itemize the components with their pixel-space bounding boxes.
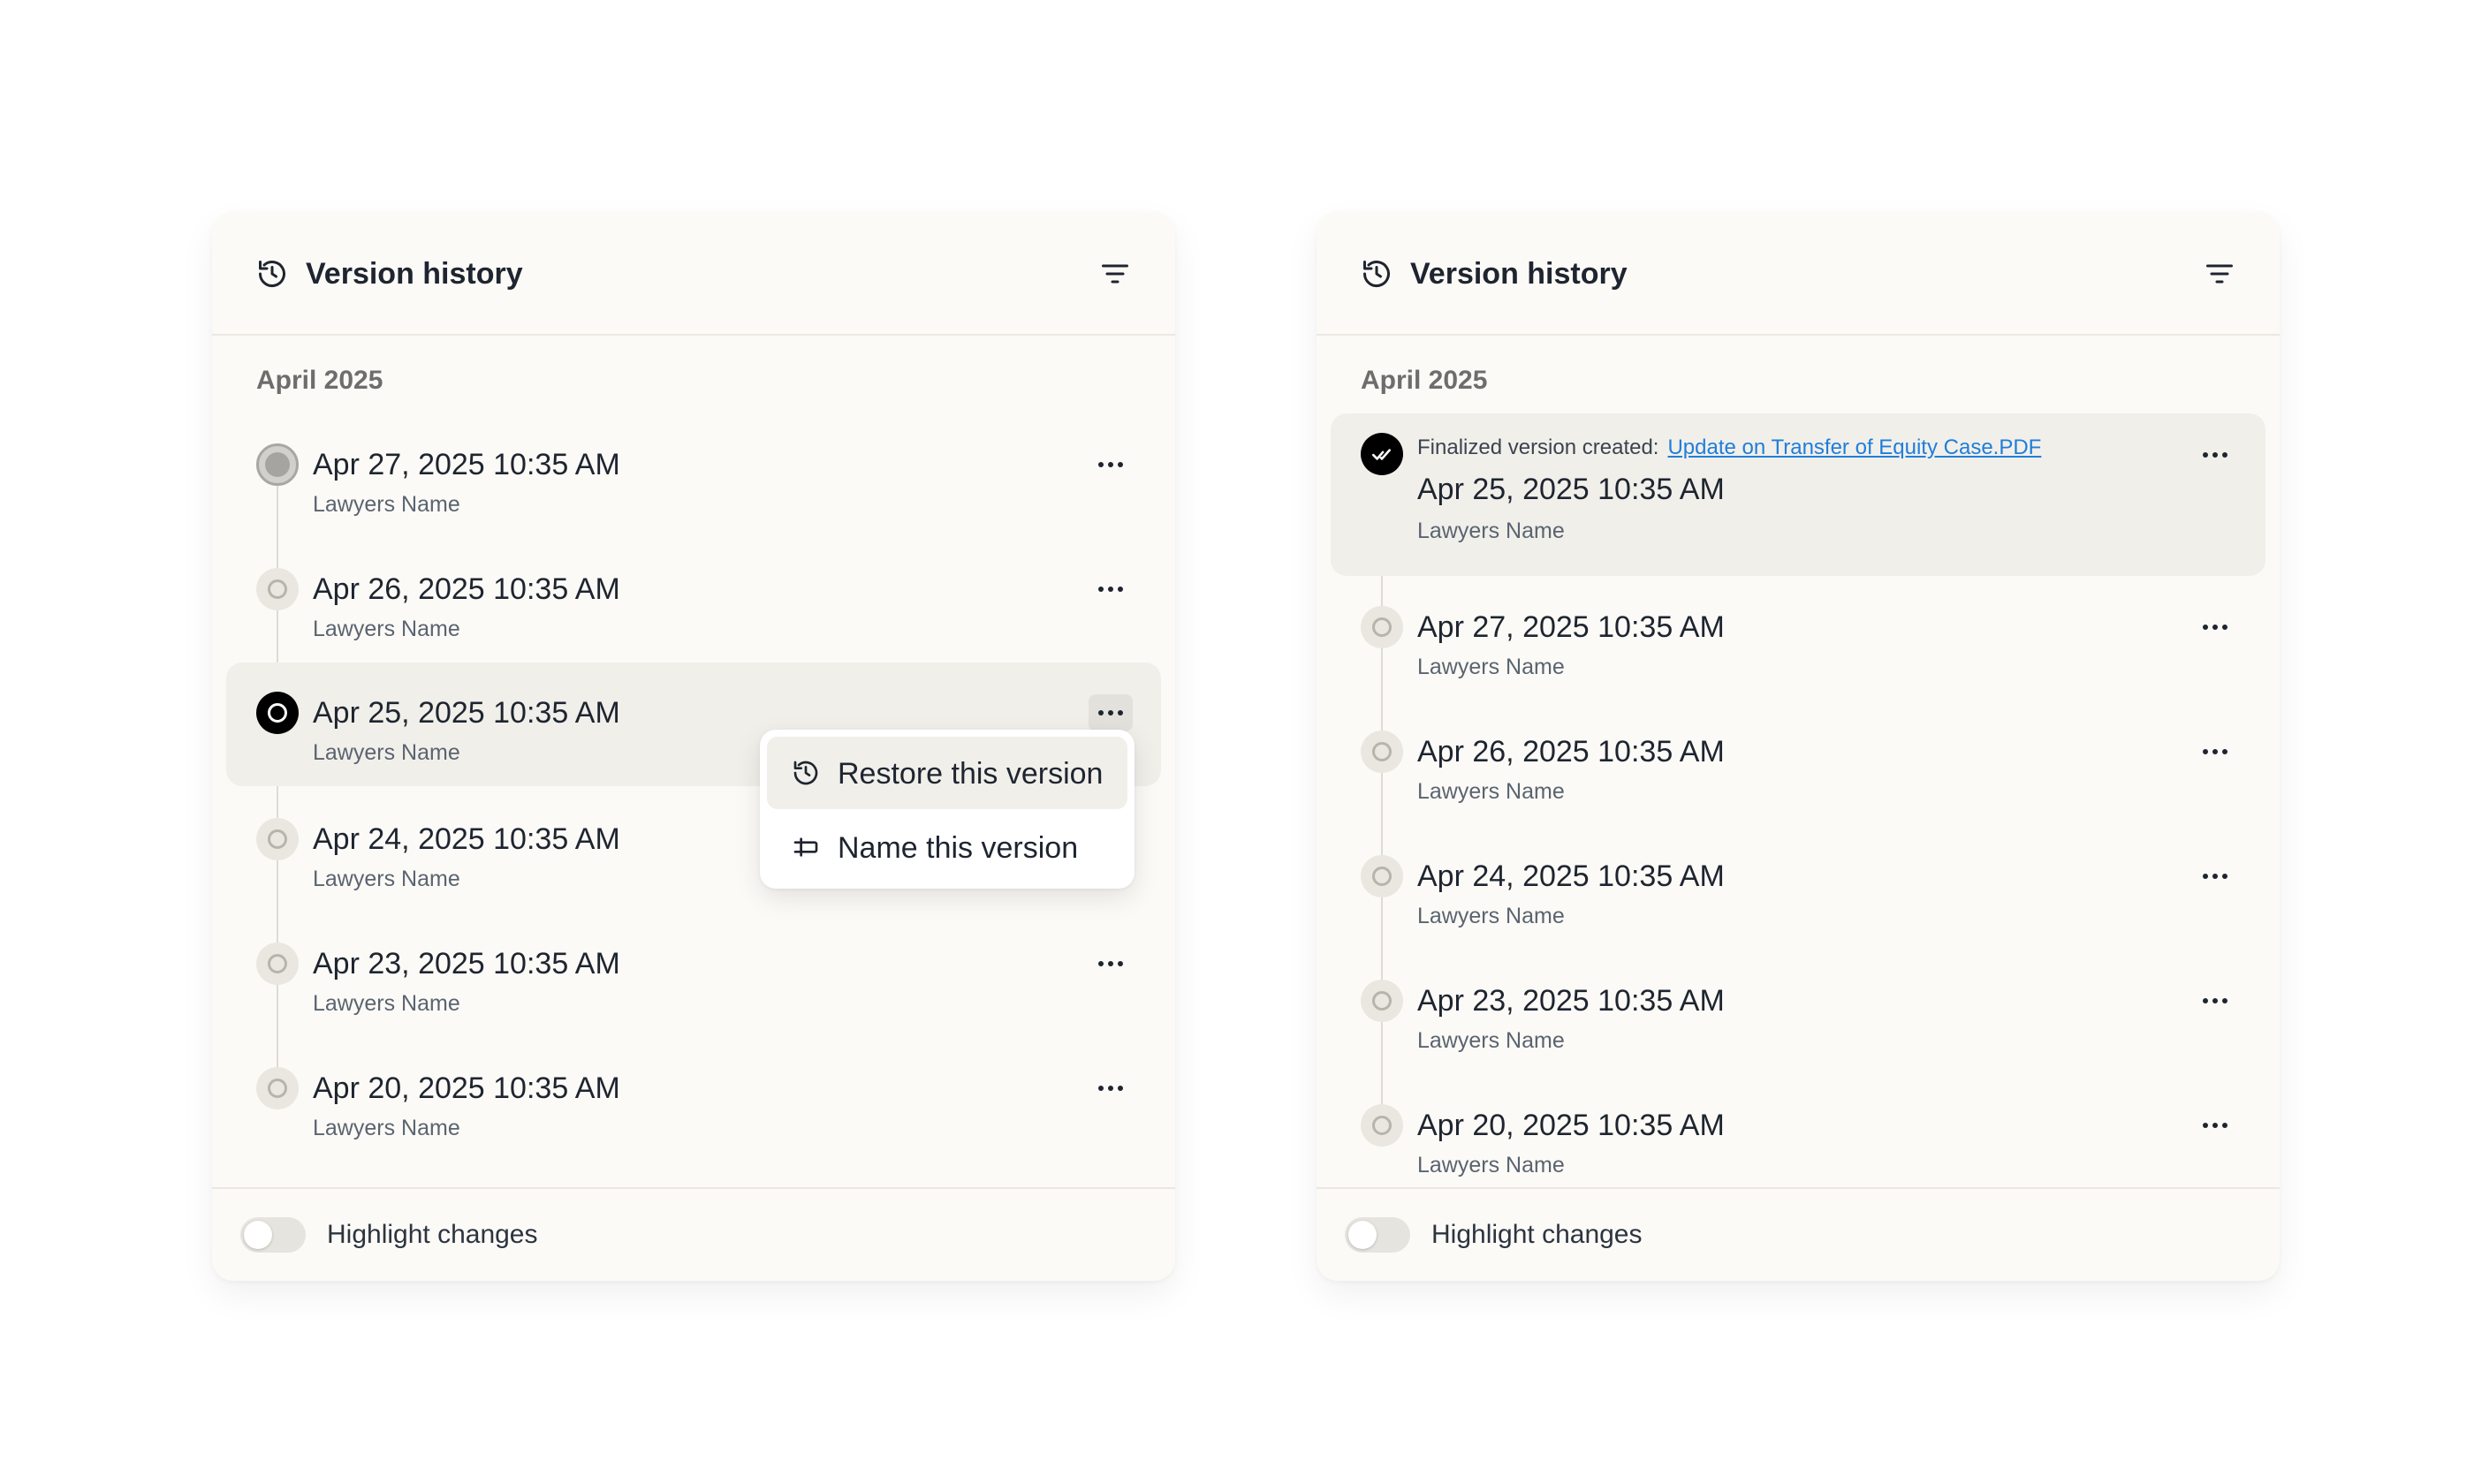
more-options-button[interactable]: [1089, 571, 1133, 608]
panel-footer: Highlight changes: [1317, 1187, 2280, 1281]
version-author: Lawyers Name: [313, 991, 460, 1016]
version-node: [1361, 1104, 1403, 1147]
version-row[interactable]: Apr 20, 2025 10:35 AM Lawyers Name: [1331, 1081, 2265, 1187]
panel-title: Version history: [306, 257, 523, 291]
more-options-button[interactable]: [2193, 609, 2237, 646]
version-author: Lawyers Name: [1417, 519, 1565, 543]
version-row[interactable]: Apr 24, 2025 10:35 AM Lawyers Name: [1331, 832, 2265, 956]
version-row[interactable]: Apr 23, 2025 10:35 AM Lawyers Name: [226, 920, 1161, 1043]
panel-header: Version history: [212, 212, 1175, 336]
version-date: Apr 27, 2025 10:35 AM: [313, 448, 620, 481]
version-node: [256, 1067, 299, 1109]
version-date: Apr 23, 2025 10:35 AM: [1417, 984, 1725, 1018]
version-node: [256, 568, 299, 610]
version-date: Apr 20, 2025 10:35 AM: [1417, 1109, 1725, 1142]
finalized-version-row[interactable]: Finalized version created: Update on Tran…: [1331, 413, 2265, 576]
version-node: [1361, 855, 1403, 897]
version-author: Lawyers Name: [1417, 779, 1565, 804]
finalized-document-link[interactable]: Update on Transfer of Equity Case.PDF: [1667, 435, 2041, 459]
highlight-changes-label: Highlight changes: [1431, 1220, 1643, 1249]
version-row[interactable]: Apr 27, 2025 10:35 AM Lawyers Name: [1331, 583, 2265, 707]
highlight-changes-label: Highlight changes: [327, 1220, 538, 1249]
more-options-button[interactable]: [1089, 945, 1133, 982]
version-context-menu: Restore this version Name this version: [760, 730, 1135, 889]
version-row[interactable]: Apr 27, 2025 10:35 AM Lawyers Name: [226, 420, 1161, 544]
version-row[interactable]: Apr 23, 2025 10:35 AM Lawyers Name: [1331, 957, 2265, 1080]
version-author: Lawyers Name: [1417, 655, 1565, 679]
version-author: Lawyers Name: [1417, 1028, 1565, 1053]
version-node: [1361, 606, 1403, 648]
panel-footer: Highlight changes: [212, 1187, 1175, 1281]
version-author: Lawyers Name: [313, 867, 460, 891]
more-options-button[interactable]: [2193, 436, 2237, 473]
history-icon: [1363, 261, 1390, 288]
version-node: [1361, 731, 1403, 773]
more-options-button[interactable]: [2193, 733, 2237, 770]
more-options-button[interactable]: [1089, 446, 1133, 483]
version-author: Lawyers Name: [313, 740, 460, 765]
restore-icon: [793, 761, 818, 785]
version-date: Apr 27, 2025 10:35 AM: [1417, 610, 1725, 644]
version-date: Apr 24, 2025 10:35 AM: [313, 822, 620, 856]
version-author: Lawyers Name: [313, 1116, 460, 1140]
version-author: Lawyers Name: [313, 617, 460, 641]
more-options-button[interactable]: [2193, 1107, 2237, 1144]
filter-icon[interactable]: [2204, 258, 2235, 290]
version-history-panel-left: Version history April 2025 Apr 27, 2025 …: [212, 212, 1175, 1281]
selected-version-node: [256, 692, 299, 734]
panel-title: Version history: [1410, 257, 1628, 291]
finalized-note-text: Finalized version created:: [1417, 435, 1659, 459]
more-options-button[interactable]: [1089, 694, 1133, 731]
highlight-changes-toggle[interactable]: [240, 1217, 306, 1253]
version-date: Apr 25, 2025 10:35 AM: [313, 696, 620, 730]
version-date: Apr 23, 2025 10:35 AM: [313, 947, 620, 980]
month-label: April 2025: [1361, 366, 1488, 395]
restore-version-menu-item[interactable]: Restore this version: [767, 737, 1127, 809]
version-date: Apr 24, 2025 10:35 AM: [1417, 859, 1725, 893]
history-icon: [259, 261, 285, 288]
panel-header: Version history: [1317, 212, 2280, 336]
filter-icon[interactable]: [1099, 258, 1131, 290]
version-date: Apr 26, 2025 10:35 AM: [1417, 735, 1725, 768]
version-node: [256, 818, 299, 860]
finalized-note: Finalized version created: Update on Tran…: [1417, 435, 2041, 461]
version-node: [256, 943, 299, 985]
current-version-node: [256, 443, 299, 486]
name-version-menu-item[interactable]: Name this version: [767, 811, 1127, 883]
highlight-changes-toggle[interactable]: [1345, 1217, 1410, 1253]
more-options-button[interactable]: [2193, 858, 2237, 895]
restore-version-label: Restore this version: [838, 757, 1104, 791]
version-history-panel-right: Version history April 2025 Finalized ver…: [1317, 212, 2280, 1281]
version-date: Apr 25, 2025 10:35 AM: [1417, 473, 1725, 506]
version-date: Apr 26, 2025 10:35 AM: [313, 572, 620, 606]
more-options-button[interactable]: [2193, 982, 2237, 1019]
name-version-label: Name this version: [838, 831, 1079, 865]
version-row[interactable]: Apr 20, 2025 10:35 AM Lawyers Name: [226, 1044, 1161, 1168]
version-author: Lawyers Name: [313, 492, 460, 517]
finalized-check-icon: [1361, 433, 1403, 475]
version-date: Apr 20, 2025 10:35 AM: [313, 1071, 620, 1105]
version-row[interactable]: Apr 26, 2025 10:35 AM Lawyers Name: [226, 545, 1161, 669]
label-icon: [793, 837, 818, 857]
version-node: [1361, 980, 1403, 1022]
version-row[interactable]: Apr 26, 2025 10:35 AM Lawyers Name: [1331, 708, 2265, 831]
version-author: Lawyers Name: [1417, 904, 1565, 928]
version-author: Lawyers Name: [1417, 1153, 1565, 1177]
more-options-button[interactable]: [1089, 1070, 1133, 1107]
month-label: April 2025: [256, 366, 383, 395]
